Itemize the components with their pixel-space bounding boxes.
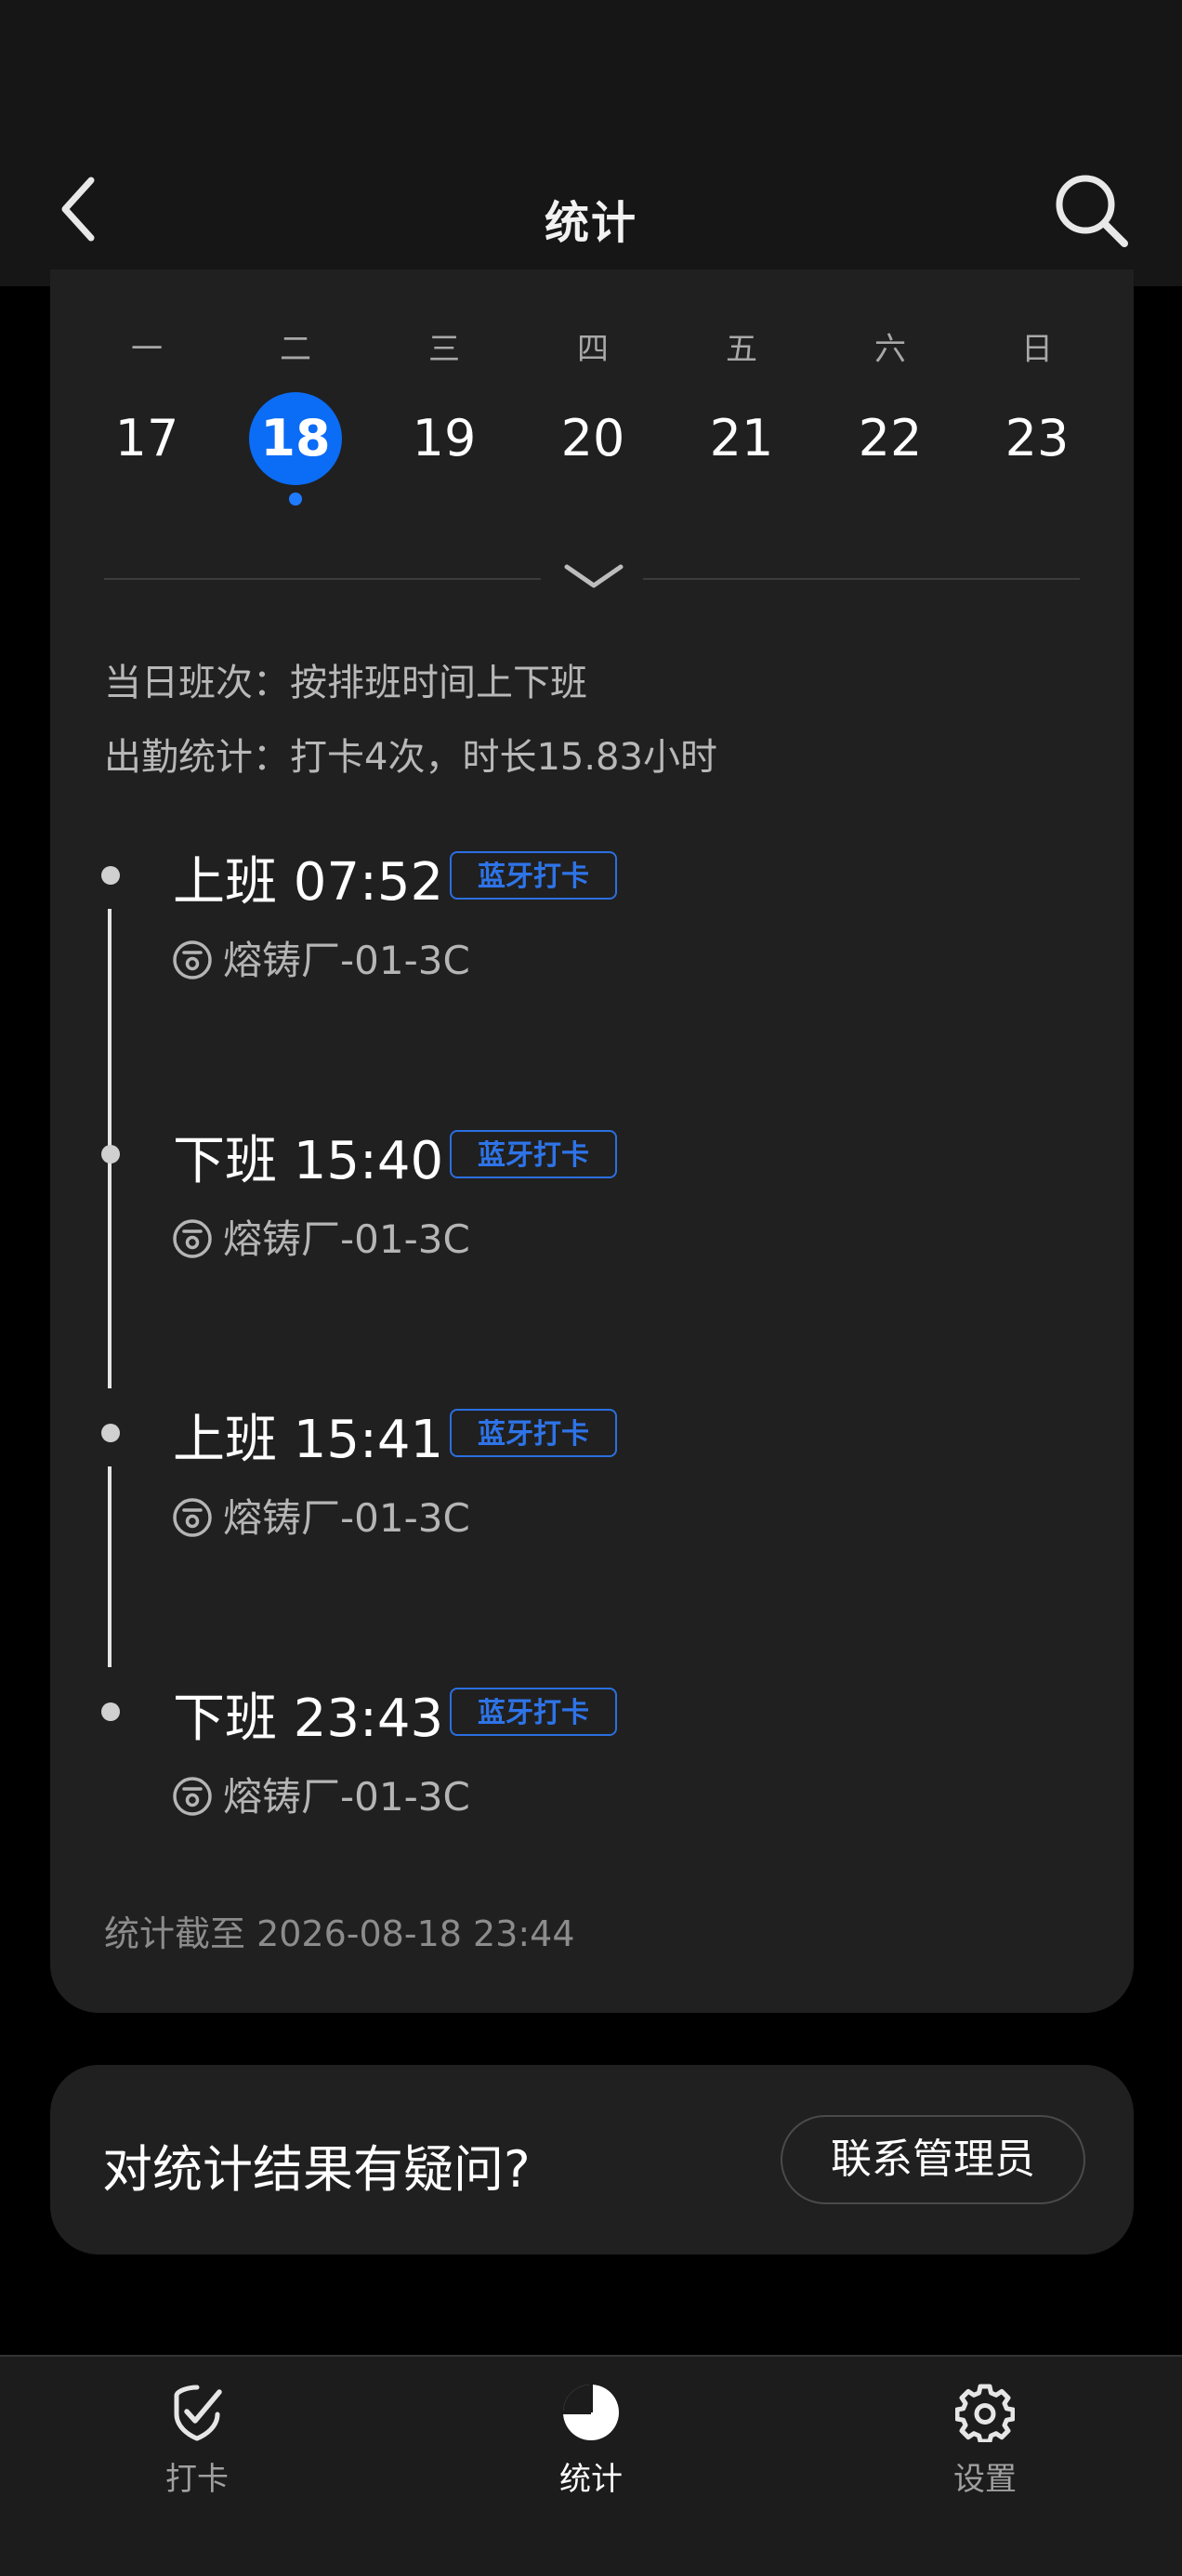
weekday-label: 三 [428, 331, 460, 368]
date-number: 21 [709, 409, 774, 467]
weekday-label: 一 [131, 331, 163, 368]
page-title: 统计 [544, 197, 637, 249]
weekday-row: 一 二 三 四 五 六 日 [50, 323, 1134, 368]
date-row: 17 18 19 20 21 22 23 [50, 390, 1134, 506]
timeline-dot [101, 1702, 120, 1721]
punch-method-badge: 蓝牙打卡 [450, 1409, 617, 1457]
weekday-label: 四 [577, 331, 609, 368]
date-cell[interactable]: 19 [388, 390, 500, 493]
shift-info: 当日班次：按排班时间上下班 [104, 662, 587, 704]
weekday-label: 五 [726, 331, 757, 368]
device-location-icon [173, 940, 212, 979]
gear-icon [955, 2384, 1015, 2442]
date-cell[interactable]: 23 [981, 390, 1093, 493]
divider [643, 578, 1080, 580]
search-icon [1056, 175, 1128, 247]
location-name: 熔铸厂-01-3C [223, 1774, 470, 1820]
tab-stats[interactable]: 统计 [498, 2383, 684, 2522]
weekday-label: 二 [280, 331, 311, 368]
punch-method-badge: 蓝牙打卡 [450, 1130, 617, 1178]
device-location-icon [173, 1777, 212, 1816]
date-number: 22 [858, 409, 923, 467]
tab-label: 统计 [559, 2461, 623, 2498]
bottom-tab-bar: 打卡 统计 设置 [0, 2355, 1182, 2576]
punch-method-badge: 蓝牙打卡 [450, 1688, 617, 1736]
daily-stats-card: 一 二 三 四 五 六 日 17 18 19 20 21 22 23 当日班次：… [50, 269, 1134, 2013]
date-cell-selected[interactable]: 18 [240, 390, 351, 506]
pie-chart-icon [563, 2385, 619, 2440]
date-number: 23 [1005, 409, 1070, 467]
search-button[interactable] [1050, 167, 1134, 251]
date-cell[interactable]: 22 [834, 390, 946, 493]
tab-settings[interactable]: 设置 [892, 2383, 1078, 2522]
punch-time: 下班 15:40 [173, 1131, 444, 1191]
divider [104, 578, 541, 580]
date-number: 18 [249, 392, 342, 485]
location-name: 熔铸厂-01-3C [223, 938, 470, 983]
punch-time: 下班 23:43 [173, 1689, 444, 1749]
location-name: 熔铸厂-01-3C [223, 1216, 470, 1262]
tab-punch[interactable]: 打卡 [104, 2383, 290, 2522]
date-number: 20 [560, 409, 625, 467]
punch-time: 上班 07:52 [173, 852, 444, 913]
stats-cutoff-note: 统计截至 2026-08-18 23:44 [104, 1913, 575, 1954]
tab-label: 打卡 [165, 2461, 229, 2498]
date-cell[interactable]: 20 [537, 390, 649, 493]
timeline-dot [101, 866, 120, 885]
timeline-connector [108, 1466, 112, 1667]
top-app-bar: 统计 [0, 0, 1182, 286]
timeline-dot [101, 1424, 120, 1442]
device-location-icon [173, 1498, 212, 1537]
feedback-card: 对统计结果有疑问? 联系管理员 [50, 2065, 1134, 2254]
date-number: 17 [114, 409, 179, 467]
check-shield-icon [174, 2385, 222, 2441]
date-cell[interactable]: 17 [91, 390, 203, 493]
punch-method-badge: 蓝牙打卡 [450, 851, 617, 900]
weekday-label: 日 [1021, 331, 1053, 368]
device-location-icon [173, 1219, 212, 1258]
contact-admin-button[interactable]: 联系管理员 [781, 2115, 1085, 2204]
timeline-connector [108, 1188, 112, 1388]
timeline-dot [101, 1145, 120, 1163]
location-name: 熔铸厂-01-3C [223, 1495, 470, 1541]
has-record-dot [289, 493, 302, 506]
date-cell[interactable]: 21 [686, 390, 797, 493]
feedback-prompt: 对统计结果有疑问? [102, 2140, 531, 2199]
attendance-info: 出勤统计：打卡4次，时长15.83小时 [104, 736, 717, 779]
weekday-label: 六 [874, 331, 906, 368]
punch-time: 上班 15:41 [173, 1410, 444, 1470]
date-number: 19 [412, 409, 477, 467]
chevron-down-icon [564, 564, 624, 588]
expand-calendar-button[interactable] [559, 556, 628, 597]
tab-label: 设置 [953, 2461, 1017, 2498]
